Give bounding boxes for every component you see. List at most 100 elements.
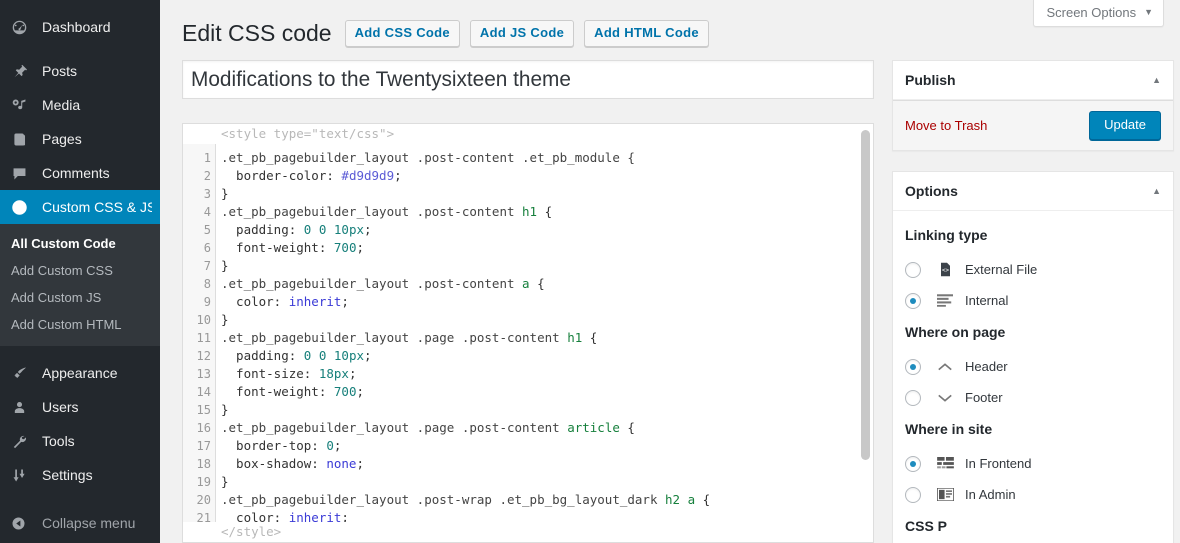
update-button[interactable]: Update bbox=[1089, 111, 1161, 140]
sidebar-item-label: Tools bbox=[42, 433, 75, 449]
layout-frontend-icon bbox=[935, 457, 955, 470]
code-text: } bbox=[216, 401, 229, 419]
options-panel-header[interactable]: Options ▲ bbox=[893, 172, 1173, 211]
sidebar-item-custom-css-js[interactable]: Custom CSS & JS bbox=[0, 190, 160, 224]
code-line[interactable]: 3} bbox=[183, 185, 873, 203]
code-line[interactable]: 12 padding: 0 0 10px; bbox=[183, 347, 873, 365]
code-token: h2 a bbox=[665, 492, 696, 507]
code-title-input[interactable] bbox=[182, 60, 874, 99]
code-token: ; bbox=[364, 222, 372, 237]
radio-button[interactable] bbox=[905, 455, 921, 472]
line-number: 17 bbox=[196, 439, 211, 453]
code-token: .et_pb_pagebuilder_layout .post-content bbox=[221, 204, 523, 219]
code-line[interactable]: 2 border-color: #d9d9d9; bbox=[183, 167, 873, 185]
sidebar-item-posts[interactable]: Posts bbox=[0, 54, 160, 88]
code-text: font-weight: 700; bbox=[216, 239, 364, 257]
radio-option-label: In Admin bbox=[965, 487, 1016, 502]
radio-option-external-file[interactable]: <> External File bbox=[905, 254, 1161, 285]
code-line[interactable]: 16 .et_pb_pagebuilder_layout .page .post-… bbox=[183, 419, 873, 437]
options-panel: Options ▲ Linking type <> External File Int… bbox=[892, 171, 1174, 543]
code-text: .et_pb_pagebuilder_layout .page .post-co… bbox=[216, 329, 597, 347]
code-line[interactable]: 8 .et_pb_pagebuilder_layout .post-content… bbox=[183, 275, 873, 293]
line-number: 13 bbox=[196, 367, 211, 381]
sidebar-item-users[interactable]: Users bbox=[0, 390, 160, 424]
radio-option-label: In Frontend bbox=[965, 456, 1032, 471]
add-css-code-button[interactable]: Add CSS Code bbox=[344, 20, 460, 47]
radio-option-footer[interactable]: Footer bbox=[905, 382, 1161, 413]
radio-button[interactable] bbox=[905, 486, 921, 503]
code-line[interactable]: 11 .et_pb_pagebuilder_layout .page .post-… bbox=[183, 329, 873, 347]
screen-options-button[interactable]: Screen Options ▼ bbox=[1033, 0, 1164, 27]
radio-option-in-frontend[interactable]: In Frontend bbox=[905, 448, 1161, 479]
code-line[interactable]: 9 color: inherit; bbox=[183, 293, 873, 311]
submenu-item-add-custom-css[interactable]: Add Custom CSS bbox=[0, 257, 160, 284]
options-panel-body: Linking type <> External File Internal Where… bbox=[893, 211, 1173, 543]
sliders-icon bbox=[11, 467, 33, 484]
code-token: } bbox=[221, 258, 229, 273]
code-token: { bbox=[582, 330, 598, 345]
code-line[interactable]: 10} bbox=[183, 311, 873, 329]
code-text: color: inherit; bbox=[216, 293, 349, 311]
sidebar-item-pages[interactable]: Pages bbox=[0, 122, 160, 156]
radio-option-header[interactable]: Header bbox=[905, 351, 1161, 382]
radio-option-internal[interactable]: Internal bbox=[905, 285, 1161, 316]
primary-column: Edit CSS code Add CSS Code Add JS Code A… bbox=[182, 10, 874, 543]
sidebar-item-tools[interactable]: Tools bbox=[0, 424, 160, 458]
code-token: .et_pb_pagebuilder_layout .post-content … bbox=[221, 150, 635, 165]
add-js-code-button[interactable]: Add JS Code bbox=[469, 20, 575, 47]
code-token: { bbox=[529, 276, 545, 291]
code-token: .et_pb_pagebuilder_layout .page .post-co… bbox=[221, 330, 568, 345]
radio-button[interactable] bbox=[905, 358, 921, 375]
editor-vertical-scrollbar[interactable] bbox=[861, 130, 870, 460]
radio-button[interactable] bbox=[905, 292, 921, 309]
code-token: ; bbox=[364, 348, 372, 363]
pages-icon bbox=[11, 131, 33, 148]
code-line[interactable]: 4 .et_pb_pagebuilder_layout .post-content… bbox=[183, 203, 873, 221]
code-token: } bbox=[221, 186, 229, 201]
radio-button[interactable] bbox=[905, 261, 921, 278]
line-number: 1 bbox=[203, 151, 211, 165]
code-line[interactable]: 13 font-size: 18px; bbox=[183, 365, 873, 383]
code-line[interactable]: 17 border-top: 0; bbox=[183, 437, 873, 455]
publish-panel-header[interactable]: Publish ▲ bbox=[893, 61, 1173, 100]
chevron-up-icon bbox=[935, 361, 955, 373]
code-line[interactable]: 18 box-shadow: none; bbox=[183, 455, 873, 473]
code-token: ; bbox=[394, 168, 402, 183]
code-token: font-weight: bbox=[221, 240, 334, 255]
code-token: ; bbox=[333, 438, 342, 453]
code-token: inherit bbox=[288, 510, 342, 522]
submenu-item-add-custom-html[interactable]: Add Custom HTML bbox=[0, 311, 160, 338]
collapse-menu-button[interactable]: Collapse menu bbox=[0, 506, 160, 540]
code-token: ; bbox=[356, 384, 364, 399]
code-line[interactable]: 19} bbox=[183, 473, 873, 491]
code-text: } bbox=[216, 473, 229, 491]
radio-option-in-admin[interactable]: In Admin bbox=[905, 479, 1161, 510]
add-html-code-button[interactable]: Add HTML Code bbox=[584, 20, 709, 47]
code-token: article bbox=[567, 420, 620, 435]
sidebar-item-appearance[interactable]: Appearance bbox=[0, 356, 160, 390]
code-editor-viewport[interactable]: 1 .et_pb_pagebuilder_layout .post-content… bbox=[183, 144, 873, 522]
sidebar-item-comments[interactable]: Comments bbox=[0, 156, 160, 190]
move-to-trash-link[interactable]: Move to Trash bbox=[905, 118, 987, 133]
code-line[interactable]: 1 .et_pb_pagebuilder_layout .post-content… bbox=[183, 149, 873, 167]
chevron-up-icon[interactable]: ▲ bbox=[1152, 75, 1161, 85]
code-line[interactable]: 7} bbox=[183, 257, 873, 275]
code-line[interactable]: 6 font-weight: 700; bbox=[183, 239, 873, 257]
radio-button[interactable] bbox=[905, 389, 921, 406]
chevron-up-icon[interactable]: ▲ bbox=[1152, 186, 1161, 196]
code-lines[interactable]: 1 .et_pb_pagebuilder_layout .post-content… bbox=[183, 144, 873, 522]
code-editor[interactable]: <style type="text/css"> 1 .et_pb_pagebuil… bbox=[182, 123, 874, 543]
code-token: border-top: bbox=[221, 438, 327, 453]
code-line[interactable]: 21 color: inherit; bbox=[183, 509, 873, 522]
submenu-item-add-custom-js[interactable]: Add Custom JS bbox=[0, 284, 160, 311]
sidebar-item-media[interactable]: Media bbox=[0, 88, 160, 122]
code-line[interactable]: 20 .et_pb_pagebuilder_layout .post-wrap .… bbox=[183, 491, 873, 509]
code-line[interactable]: 15} bbox=[183, 401, 873, 419]
code-line[interactable]: 14 font-weight: 700; bbox=[183, 383, 873, 401]
sidebar-item-dashboard[interactable]: Dashboard bbox=[0, 10, 160, 44]
code-text: .et_pb_pagebuilder_layout .page .post-co… bbox=[216, 419, 635, 437]
sidebar-item-settings[interactable]: Settings bbox=[0, 458, 160, 492]
page-header: Edit CSS code Add CSS Code Add JS Code A… bbox=[182, 10, 874, 60]
submenu-item-all-custom-code[interactable]: All Custom Code bbox=[0, 230, 160, 257]
code-line[interactable]: 5 padding: 0 0 10px; bbox=[183, 221, 873, 239]
